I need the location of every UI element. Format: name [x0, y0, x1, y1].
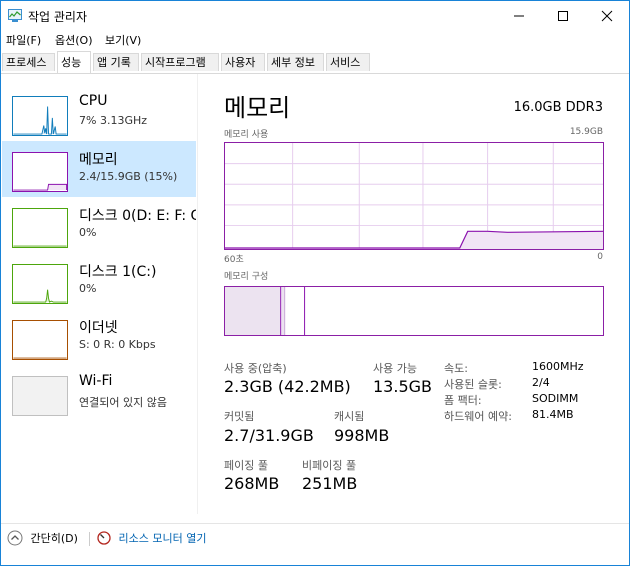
speed-value: 1600MHz — [532, 360, 584, 373]
cached-label: 캐시됨 — [334, 410, 365, 423]
task-manager-window: 작업 관리자 파일(F) 옵션(O) 보기(V) 프로세스 성능 앱 기록 시작… — [0, 0, 630, 566]
sidebar-item-label: 이더넷 — [79, 320, 118, 336]
minimize-button[interactable] — [497, 1, 541, 30]
tab-app-history[interactable]: 앱 기록 — [93, 53, 139, 71]
sidebar-item-disk1[interactable]: 디스크 1(C:) 0% — [2, 253, 196, 309]
menu-view[interactable]: 보기(V) — [105, 32, 141, 48]
available-label: 사용 가능 — [373, 362, 417, 375]
sidebar-item-subtitle: S: 0 R: 0 Kbps — [79, 338, 156, 351]
memory-detail-pane: 메모리 16.0GB DDR3 메모리 사용 15.9GB 60초 0 메모리 … — [198, 74, 623, 514]
slots-value: 2/4 — [532, 376, 550, 389]
cpu-graph-icon — [12, 96, 68, 136]
memory-spec: 16.0GB DDR3 — [513, 100, 603, 115]
menu-file[interactable]: 파일(F) — [6, 32, 41, 48]
slots-label: 사용된 슬롯: — [444, 378, 502, 391]
close-icon — [601, 10, 613, 22]
menu-bar: 파일(F) 옵션(O) 보기(V) — [1, 31, 629, 49]
composition-label: 메모리 구성 — [224, 272, 269, 282]
paged-pool-value: 268MB — [224, 474, 280, 493]
close-button[interactable] — [585, 1, 629, 30]
sidebar-item-wifi[interactable]: Wi-Fi 연결되어 있지 않음 — [2, 365, 196, 421]
cached-value: 998MB — [334, 426, 390, 445]
ethernet-graph-icon — [12, 320, 68, 360]
paged-pool-label: 페이징 풀 — [224, 459, 268, 472]
usage-graph-label: 메모리 사용 — [224, 130, 269, 140]
footer-separator — [89, 532, 90, 546]
title-bar[interactable]: 작업 관리자 — [1, 1, 629, 31]
performance-sidebar: CPU 7% 3.13GHz 메모리 2.4/15.9GB (15%) 디스크 … — [1, 74, 197, 514]
tab-processes[interactable]: 프로세스 — [2, 53, 55, 71]
sidebar-item-ethernet[interactable]: 이더넷 S: 0 R: 0 Kbps — [2, 309, 196, 365]
memory-usage-graph — [224, 142, 604, 250]
hardware-reserved-value: 81.4MB — [532, 408, 574, 421]
tab-services[interactable]: 서비스 — [326, 53, 370, 71]
sidebar-item-subtitle: 연결되어 있지 않음 — [79, 396, 167, 409]
pane-divider — [197, 74, 198, 514]
collapse-button[interactable]: 간단히(D) — [7, 530, 78, 546]
maximize-icon — [558, 11, 568, 21]
tab-details[interactable]: 세부 정보 — [267, 53, 324, 71]
nonpaged-pool-value: 251MB — [302, 474, 358, 493]
committed-label: 커밋됨 — [224, 410, 255, 423]
hardware-reserved-label: 하드웨어 예약: — [444, 410, 512, 423]
form-factor-value: SODIMM — [532, 392, 579, 405]
sidebar-item-subtitle: 2.4/15.9GB (15%) — [79, 170, 178, 183]
sidebar-item-cpu[interactable]: CPU 7% 3.13GHz — [2, 85, 196, 141]
resource-monitor-icon — [97, 531, 111, 545]
minimize-icon — [514, 15, 524, 17]
nonpaged-pool-label: 비페이징 풀 — [302, 459, 357, 472]
speed-label: 속도: — [444, 362, 468, 375]
menu-options[interactable]: 옵션(O) — [55, 32, 92, 48]
graph-time-start: 60초 — [224, 255, 244, 265]
tab-strip: 프로세스 성능 앱 기록 시작프로그램 사용자 세부 정보 서비스 — [1, 51, 629, 74]
page-title: 메모리 — [224, 94, 291, 122]
disk-graph-icon — [12, 264, 68, 304]
sidebar-item-disk0[interactable]: 디스크 0(D: E: F: G:) 0% — [2, 197, 196, 253]
sidebar-item-label: Wi-Fi — [79, 373, 113, 389]
collapse-label: 간단히(D) — [30, 532, 78, 545]
sidebar-item-memory[interactable]: 메모리 2.4/15.9GB (15%) — [2, 141, 196, 197]
sidebar-item-subtitle: 0% — [79, 282, 97, 295]
in-use-value: 2.3GB (42.2MB) — [224, 377, 351, 396]
window-title: 작업 관리자 — [28, 10, 88, 24]
graph-time-end: 0 — [597, 252, 603, 262]
sidebar-item-label: 디스크 1(C:) — [79, 264, 157, 280]
tab-performance[interactable]: 성능 — [57, 51, 91, 73]
committed-value: 2.7/31.9GB — [224, 426, 314, 445]
maximize-button[interactable] — [541, 1, 585, 30]
disk-graph-icon — [12, 208, 68, 248]
chevron-up-icon — [7, 530, 23, 546]
sidebar-item-subtitle: 0% — [79, 226, 97, 239]
wifi-graph-icon — [12, 376, 68, 416]
available-value: 13.5GB — [373, 377, 432, 396]
in-use-label: 사용 중(압축) — [224, 362, 287, 375]
sidebar-item-label: CPU — [79, 93, 108, 109]
resource-monitor-label: 리소스 모니터 열기 — [118, 532, 207, 545]
sidebar-item-label: 메모리 — [79, 152, 118, 168]
usage-graph-max: 15.9GB — [569, 127, 603, 137]
sidebar-item-subtitle: 7% 3.13GHz — [79, 114, 148, 127]
memory-composition-bar — [224, 286, 604, 336]
tab-startup[interactable]: 시작프로그램 — [141, 53, 219, 71]
footer-bar: 간단히(D) 리소스 모니터 열기 — [1, 523, 629, 554]
task-manager-app-icon — [8, 9, 22, 22]
sidebar-item-label: 디스크 0(D: E: F: G:) — [79, 208, 196, 224]
tab-users[interactable]: 사용자 — [221, 53, 265, 71]
open-resource-monitor-link[interactable]: 리소스 모니터 열기 — [97, 530, 206, 546]
memory-graph-icon — [12, 152, 68, 192]
form-factor-label: 폼 팩터: — [444, 394, 482, 407]
